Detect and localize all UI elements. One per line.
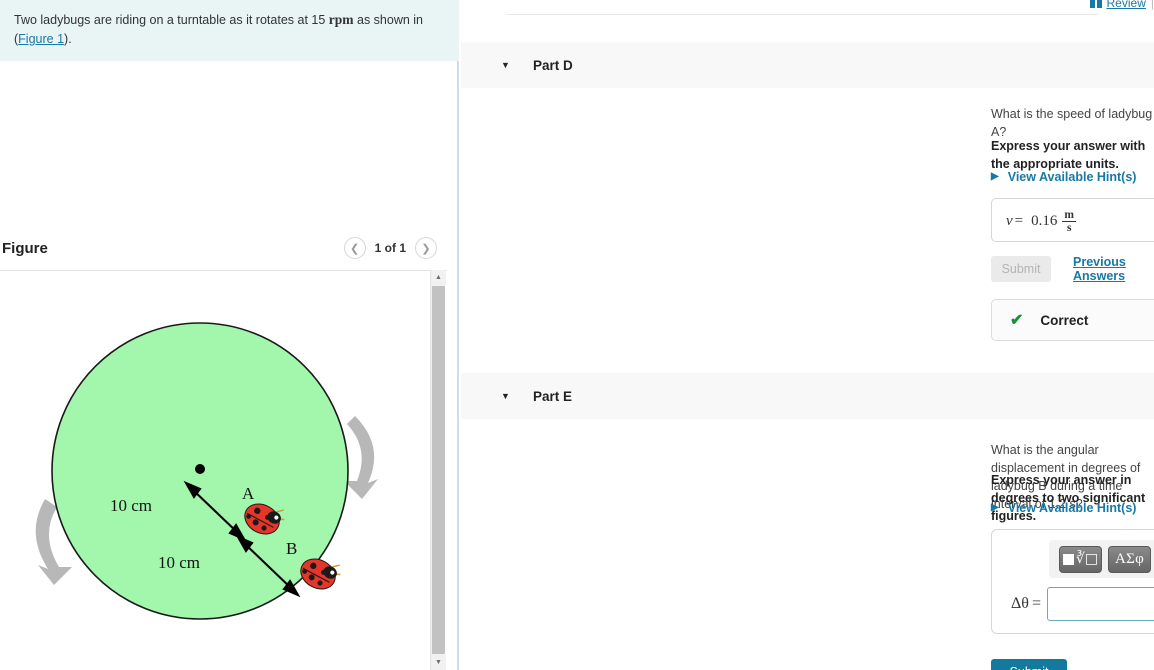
part-e-variable-label: Δθ =: [1011, 595, 1041, 612]
center-pivot-dot: [195, 464, 205, 474]
rotation-arrow-right-icon: [344, 416, 378, 499]
figure-header: Figure ❮ 1 of 1 ❯: [0, 228, 447, 268]
problem-statement-box: Two ladybugs are riding on a turntable a…: [0, 0, 459, 61]
part-d-answer-value: v = 0.16 m s: [992, 199, 1154, 234]
figure-viewport: 10 cm 10 cm A B: [0, 270, 447, 670]
review-link[interactable]: Review: [1107, 0, 1146, 10]
radius-label-b: 10 cm: [158, 553, 200, 572]
part-d-button-row: Submit Previous Answers: [991, 255, 1154, 283]
part-d-question-text: What is the speed of ladybug A?: [991, 107, 1153, 139]
problem-text: Two ladybugs are riding on a turntable a…: [14, 10, 445, 49]
left-panel: Two ladybugs are riding on a turntable a…: [0, 0, 459, 670]
figure-counter: 1 of 1: [374, 241, 406, 255]
part-d-hints-label: View Available Hint(s): [1007, 170, 1137, 184]
part-e-input-row: Δθ= °: [1003, 587, 1154, 621]
part-e-hints-label: View Available Hint(s): [1007, 501, 1137, 515]
ladybug-b-label: B: [286, 539, 297, 558]
page-root: Two ladybugs are riding on a turntable a…: [0, 0, 1154, 670]
template-math-icon[interactable]: ∛□: [1059, 545, 1102, 573]
part-d-submit-button[interactable]: Submit: [991, 256, 1052, 282]
part-d-unit-numerator: m: [1062, 209, 1076, 223]
part-e-caret-icon[interactable]: ▼: [501, 391, 513, 401]
part-e-header[interactable]: ▼ Part E: [461, 373, 1154, 419]
part-d-hints-toggle[interactable]: ▶ View Available Hint(s): [991, 170, 1136, 184]
part-d-header[interactable]: ▼ Part D: [461, 42, 1154, 88]
part-d-answer-box[interactable]: v = 0.16 m s: [991, 198, 1154, 242]
part-d-unit-denominator: s: [1066, 222, 1072, 235]
part-e-answer-input[interactable]: [1047, 587, 1154, 621]
right-panel: Review | ▼ Part D What is the speed of l…: [461, 0, 1154, 670]
header-divider: [506, 14, 1098, 15]
part-d-instruction: Express your answer with the appropriate…: [991, 137, 1154, 173]
part-d-unit-fraction: m s: [1062, 209, 1076, 234]
part-e-label: Part E: [533, 388, 573, 404]
scroll-down-icon[interactable]: ▼: [431, 655, 446, 670]
checkmark-icon: ✔: [1010, 312, 1024, 329]
greek-symbols-button[interactable]: ΑΣφ: [1108, 545, 1151, 573]
math-toolbar: ∛□ ΑΣφ ⟵ ⟶ ↻ ?: [1049, 540, 1154, 578]
scroll-up-icon[interactable]: ▲: [431, 270, 446, 285]
figure-1-link[interactable]: Figure 1: [18, 32, 64, 46]
chevron-left-icon[interactable]: ❮: [343, 237, 366, 259]
figure-scrollbar[interactable]: ▲ ▼: [430, 270, 446, 670]
scrollbar-thumb[interactable]: [432, 286, 445, 654]
part-e-instruction-text: Express your answer in degrees to two si…: [991, 473, 1146, 523]
book-icon: [1089, 0, 1102, 8]
part-d-previous-answers-link[interactable]: Previous Answers: [1073, 255, 1154, 283]
ladybug-a-label: A: [242, 484, 255, 503]
part-e-instruction: Express your answer in degrees to two si…: [991, 471, 1154, 525]
problem-text-after: ).: [64, 32, 72, 46]
turntable-diagram: 10 cm 10 cm A B: [35, 322, 378, 620]
problem-text-before: Two ladybugs are riding on a turntable a…: [14, 13, 329, 27]
part-d-value: 0.16: [1031, 213, 1058, 230]
chevron-right-icon[interactable]: ❯: [415, 237, 437, 259]
part-d-label: Part D: [533, 57, 573, 73]
radius-label-a: 10 cm: [110, 496, 152, 515]
hint-triangle-icon: ▶: [991, 171, 999, 182]
part-d-feedback-text: Correct: [1040, 312, 1089, 328]
part-d-question: What is the speed of ladybug A?: [991, 105, 1154, 141]
part-d-instruction-text: Express your answer with the appropriate…: [991, 139, 1146, 171]
part-d-variable: v: [1006, 213, 1013, 230]
part-d-equals: =: [1014, 213, 1024, 230]
part-d-feedback: ✔ Correct: [991, 299, 1154, 341]
part-e-hints-toggle[interactable]: ▶ View Available Hint(s): [991, 501, 1136, 515]
rpm-unit: rpm: [328, 12, 354, 27]
part-d-caret-icon[interactable]: ▼: [501, 60, 513, 70]
part-e-answer-box: ∛□ ΑΣφ ⟵ ⟶ ↻ ? Δθ= °: [991, 529, 1154, 634]
hint-triangle-icon: ▶: [991, 502, 999, 513]
figure-nav: ❮ 1 of 1 ❯: [343, 237, 447, 259]
part-e-submit-button[interactable]: Submit: [991, 659, 1067, 670]
review-bar: Review |: [1089, 0, 1154, 10]
figure-title: Figure: [2, 239, 48, 257]
